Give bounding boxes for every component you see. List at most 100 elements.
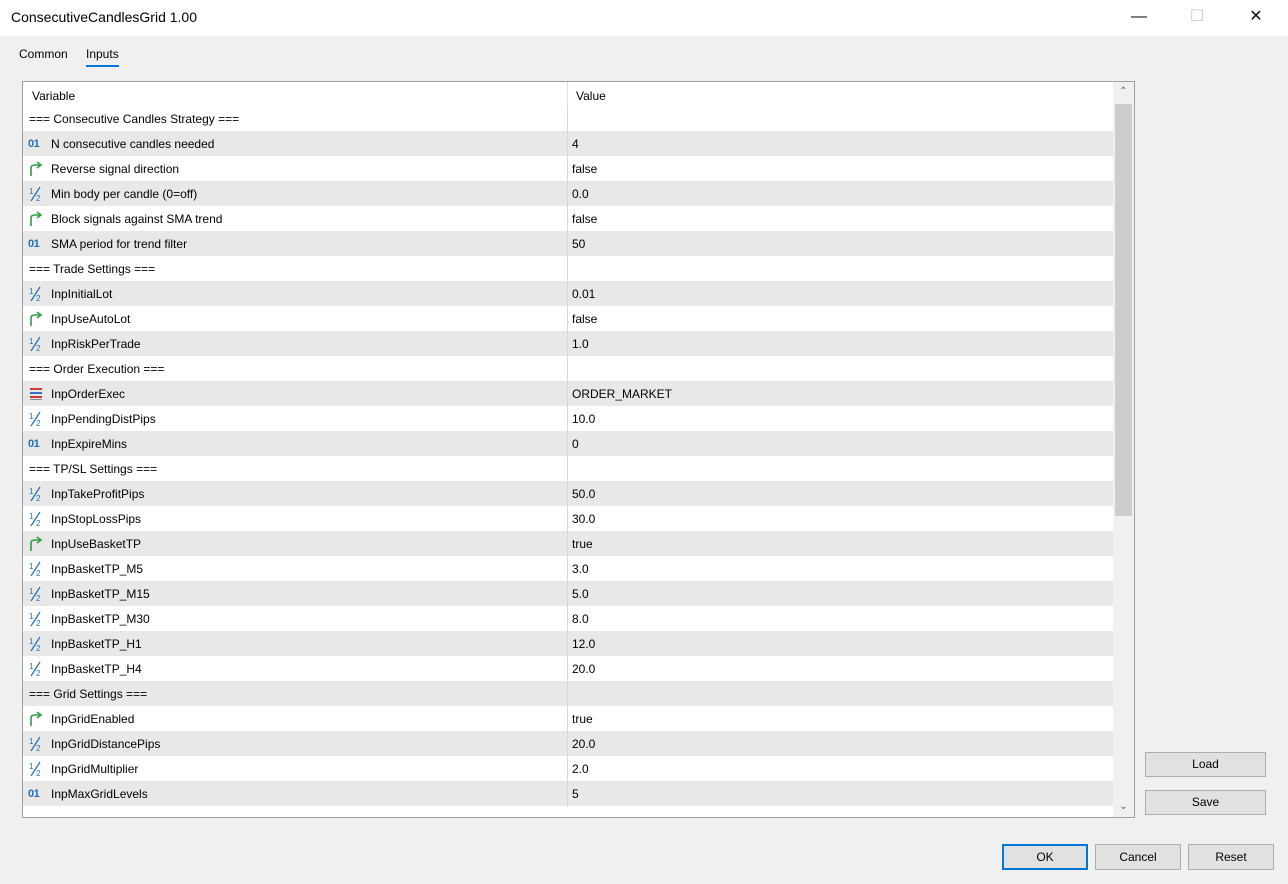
- table-row[interactable]: 1 2 InpBasketTP_M15 5.0: [23, 582, 1113, 607]
- table-row[interactable]: 1 2 InpInitialLot 0.01: [23, 282, 1113, 307]
- table-row[interactable]: 01 InpMaxGridLevels 5: [23, 782, 1113, 807]
- double-icon: 12: [28, 661, 44, 678]
- section-row[interactable]: === Trade Settings ===: [23, 257, 1113, 282]
- maximize-button[interactable]: ☐: [1174, 0, 1220, 34]
- save-button[interactable]: Save: [1145, 790, 1266, 815]
- variable-value[interactable]: false: [572, 312, 597, 326]
- svg-text:2: 2: [36, 494, 41, 502]
- table-row[interactable]: 1 2 InpBasketTP_H1 12.0: [23, 632, 1113, 657]
- scroll-down-icon[interactable]: ⌄: [1113, 797, 1134, 817]
- column-header-variable[interactable]: Variable: [32, 89, 75, 103]
- variable-value[interactable]: 50.0: [572, 487, 595, 501]
- vertical-scrollbar[interactable]: ⌃ ⌄: [1113, 82, 1134, 817]
- window-title: ConsecutiveCandlesGrid 1.00: [11, 9, 197, 25]
- variable-value[interactable]: 5: [572, 787, 579, 801]
- double-icon: 12: [28, 636, 44, 653]
- variable-value[interactable]: ORDER_MARKET: [572, 387, 672, 401]
- table-row[interactable]: 01 N consecutive candles needed 4: [23, 132, 1113, 157]
- variable-value[interactable]: 50: [572, 237, 585, 251]
- variable-value[interactable]: 5.0: [572, 587, 589, 601]
- scroll-up-icon[interactable]: ⌃: [1113, 82, 1134, 102]
- svg-text:2: 2: [36, 669, 41, 677]
- variable-value[interactable]: 10.0: [572, 412, 595, 426]
- section-label: === TP/SL Settings ===: [29, 462, 158, 476]
- load-button[interactable]: Load: [1145, 752, 1266, 777]
- table-row[interactable]: 1 2 InpTakeProfitPips 50.0: [23, 482, 1113, 507]
- cell-separator: [567, 282, 568, 307]
- variable-value[interactable]: false: [572, 212, 597, 226]
- table-row[interactable]: 1 2 InpRiskPerTrade 1.0: [23, 332, 1113, 357]
- tab-strip: Common Inputs: [0, 36, 1288, 70]
- variable-value[interactable]: 2.0: [572, 762, 589, 776]
- variable-name: InpMaxGridLevels: [51, 787, 148, 801]
- table-row[interactable]: 1 2 InpGridDistancePips 20.0: [23, 732, 1113, 757]
- reset-button[interactable]: Reset: [1188, 844, 1274, 870]
- variable-value[interactable]: 12.0: [572, 637, 595, 651]
- table-row[interactable]: 1 2 InpBasketTP_H4 20.0: [23, 657, 1113, 682]
- variable-value[interactable]: 20.0: [572, 662, 595, 676]
- close-button[interactable]: ✕: [1233, 0, 1279, 34]
- section-row[interactable]: === Consecutive Candles Strategy ===: [23, 107, 1113, 132]
- section-row[interactable]: === TP/SL Settings ===: [23, 457, 1113, 482]
- variable-name: InpBasketTP_H4: [51, 662, 142, 676]
- cancel-button[interactable]: Cancel: [1095, 844, 1181, 870]
- bool-arrow-icon: [28, 536, 44, 552]
- cell-separator: [567, 557, 568, 582]
- variable-value[interactable]: false: [572, 162, 597, 176]
- variable-value[interactable]: 4: [572, 137, 579, 151]
- table-row[interactable]: 1 2 InpBasketTP_M5 3.0: [23, 557, 1113, 582]
- table-row[interactable]: 1 2 InpPendingDistPips 10.0: [23, 407, 1113, 432]
- svg-text:2: 2: [36, 519, 41, 527]
- table-row[interactable]: 1 2 Min body per candle (0=off) 0.0: [23, 182, 1113, 207]
- tab-inputs[interactable]: Inputs: [86, 47, 119, 67]
- ok-button[interactable]: OK: [1002, 844, 1088, 870]
- variable-name: SMA period for trend filter: [51, 237, 188, 251]
- table-row[interactable]: InpUseBasketTP true: [23, 532, 1113, 557]
- inputs-table: Variable Value === Consecutive Candles S…: [22, 81, 1135, 818]
- tab-common[interactable]: Common: [19, 47, 68, 65]
- variable-name: InpBasketTP_M30: [51, 612, 150, 626]
- variable-name: InpPendingDistPips: [51, 412, 156, 426]
- table-row[interactable]: InpOrderExec ORDER_MARKET: [23, 382, 1113, 407]
- variable-value[interactable]: 8.0: [572, 612, 589, 626]
- table-row[interactable]: 01 SMA period for trend filter 50: [23, 232, 1113, 257]
- column-separator[interactable]: [567, 82, 568, 107]
- table-row[interactable]: InpUseAutoLot false: [23, 307, 1113, 332]
- variable-value[interactable]: 30.0: [572, 512, 595, 526]
- section-row[interactable]: === Order Execution ===: [23, 357, 1113, 382]
- variable-name: InpTakeProfitPips: [51, 487, 145, 501]
- minimize-button[interactable]: —: [1116, 0, 1162, 34]
- variable-name: InpBasketTP_M5: [51, 562, 144, 576]
- variable-value[interactable]: 0: [572, 437, 579, 451]
- svg-text:1: 1: [29, 487, 34, 496]
- variable-name: Block signals against SMA trend: [51, 212, 223, 226]
- variable-value[interactable]: 0.01: [572, 287, 595, 301]
- column-header-value[interactable]: Value: [576, 89, 606, 103]
- cell-separator: [567, 107, 568, 132]
- variable-value[interactable]: true: [572, 537, 593, 551]
- double-icon: 12: [28, 186, 44, 203]
- table-row[interactable]: 1 2 InpStopLossPips 30.0: [23, 507, 1113, 532]
- cell-separator: [567, 307, 568, 332]
- section-row[interactable]: === Grid Settings ===: [23, 682, 1113, 707]
- cell-separator: [567, 582, 568, 607]
- variable-value[interactable]: 20.0: [572, 737, 595, 751]
- table-row[interactable]: Block signals against SMA trend false: [23, 207, 1113, 232]
- svg-text:2: 2: [36, 744, 41, 752]
- variable-value[interactable]: 3.0: [572, 562, 589, 576]
- variable-value[interactable]: 1.0: [572, 337, 589, 351]
- variable-name: InpOrderExec: [51, 387, 126, 401]
- table-row[interactable]: 01 InpExpireMins 0: [23, 432, 1113, 457]
- variable-value[interactable]: true: [572, 712, 593, 726]
- variable-value[interactable]: 0.0: [572, 187, 589, 201]
- scroll-thumb[interactable]: [1115, 104, 1132, 516]
- table-row[interactable]: Reverse signal direction false: [23, 157, 1113, 182]
- table-row[interactable]: 1 2 InpBasketTP_M30 8.0: [23, 607, 1113, 632]
- svg-text:2: 2: [36, 419, 41, 427]
- variable-name: InpGridDistancePips: [51, 737, 161, 751]
- table-row[interactable]: InpGridEnabled true: [23, 707, 1113, 732]
- table-row[interactable]: 1 2 InpGridMultiplier 2.0: [23, 757, 1113, 782]
- cell-separator: [567, 732, 568, 757]
- svg-text:1: 1: [29, 662, 34, 671]
- int-icon: 01: [28, 438, 40, 450]
